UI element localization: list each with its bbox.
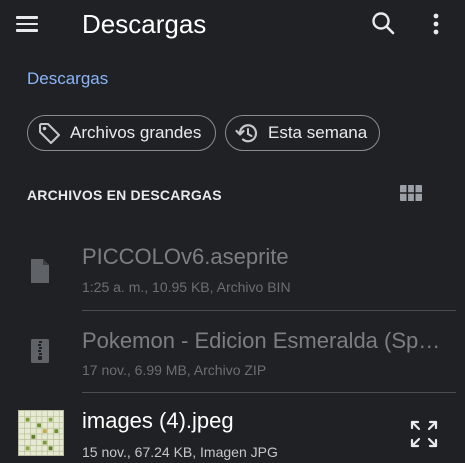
list-item[interactable]: images (4).jpeg 15 nov., 67.24 KB, Image… [0, 400, 465, 463]
app-bar: Descargas [0, 0, 465, 50]
list-item[interactable]: Pokemon - Edicion Esmeralda (Spain).zip … [0, 318, 465, 392]
zip-file-icon [31, 339, 49, 363]
menu-icon-line [16, 16, 38, 19]
page-title: Descargas [82, 9, 207, 39]
tag-icon [39, 123, 60, 144]
menu-icon[interactable] [16, 10, 48, 38]
file-meta: 15 nov., 67.24 KB, Imagen JPG [82, 444, 278, 460]
image-thumbnail[interactable] [18, 410, 64, 456]
more-vert-icon[interactable] [426, 8, 446, 40]
expand-icon[interactable] [409, 419, 439, 449]
menu-icon-line [16, 29, 38, 32]
file-icon [31, 259, 49, 283]
divider [82, 392, 456, 393]
menu-icon-line [16, 22, 38, 26]
file-meta: 17 nov., 6.99 MB, Archivo ZIP [82, 362, 267, 378]
filter-chip-this-week[interactable]: Esta semana [225, 115, 380, 151]
search-icon[interactable] [368, 8, 400, 40]
history-icon [235, 124, 258, 143]
file-name: PICCOLOv6.aseprite [82, 244, 289, 269]
divider [82, 310, 456, 311]
filter-chip-large-files[interactable]: Archivos grandes [27, 115, 216, 151]
grid-view-icon[interactable] [399, 183, 423, 203]
breadcrumb[interactable]: Descargas [27, 69, 108, 89]
section-title: ARCHIVOS EN DESCARGAS [27, 187, 222, 203]
chip-label: Esta semana [268, 123, 368, 142]
file-meta: 1:25 a. m., 10.95 KB, Archivo BIN [82, 279, 291, 295]
chip-label: Archivos grandes [70, 123, 202, 142]
list-item[interactable]: PICCOLOv6.aseprite 1:25 a. m., 10.95 KB,… [0, 236, 465, 310]
file-name: Pokemon - Edicion Esmeralda (Spain).zip [82, 328, 442, 353]
file-name: images (4).jpeg [82, 408, 234, 433]
